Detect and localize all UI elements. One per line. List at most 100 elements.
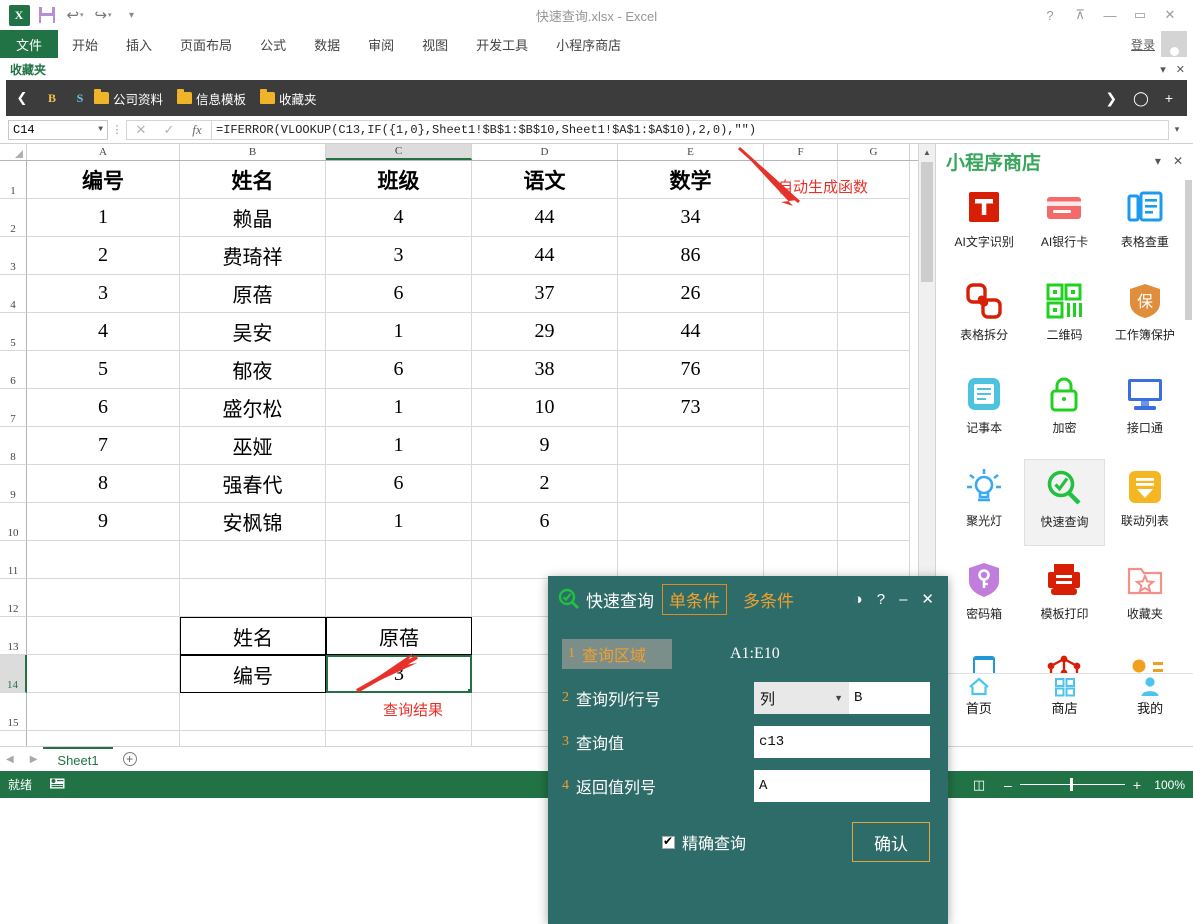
cell-E8[interactable] xyxy=(618,427,764,465)
cell-G9[interactable] xyxy=(838,465,910,503)
cell-D6[interactable]: 38 xyxy=(472,351,618,389)
select-all-corner[interactable] xyxy=(0,144,27,160)
favorites-folder-company[interactable]: 公司资料 xyxy=(94,89,163,108)
tab-file[interactable]: 文件 xyxy=(0,30,59,58)
cell-G8[interactable] xyxy=(838,427,910,465)
app-tile-api-monitor[interactable]: 接口通 xyxy=(1105,366,1185,453)
tab-review[interactable]: 审阅 xyxy=(354,30,408,58)
cell-F4[interactable] xyxy=(764,275,838,313)
cell-C3[interactable]: 3 xyxy=(326,237,472,275)
minimize-button[interactable]: — xyxy=(1095,2,1125,28)
cell-E2[interactable]: 34 xyxy=(618,199,764,237)
help-button[interactable]: ? xyxy=(1035,2,1065,28)
record-macro-icon[interactable] xyxy=(50,776,65,793)
cell-F10[interactable] xyxy=(764,503,838,541)
page-break-view-button[interactable]: ◫ xyxy=(968,776,990,794)
add-sheet-button[interactable]: + xyxy=(113,747,147,771)
cell-C8[interactable]: 1 xyxy=(326,427,472,465)
cell-A6[interactable]: 5 xyxy=(27,351,180,389)
cell-F6[interactable] xyxy=(764,351,838,389)
cell-F11[interactable] xyxy=(764,541,838,579)
cell-C10[interactable]: 1 xyxy=(326,503,472,541)
cell-B16[interactable] xyxy=(180,731,326,746)
chevron-down-icon[interactable]: ▼ xyxy=(98,125,103,134)
dialog-tab-single[interactable]: 单条件 xyxy=(662,583,727,615)
column-row-select[interactable]: 列 ▼ xyxy=(754,682,849,714)
cell-C12[interactable] xyxy=(326,579,472,617)
exact-match-checkbox[interactable]: 精确查询 xyxy=(662,830,746,854)
sheet-next-icon[interactable]: ▶ xyxy=(30,754,38,765)
cell-D9[interactable]: 2 xyxy=(472,465,618,503)
row-header-8[interactable]: 8 xyxy=(0,427,27,465)
cell-F2[interactable] xyxy=(764,199,838,237)
cell-G3[interactable] xyxy=(838,237,910,275)
cell-D1[interactable]: 语文 xyxy=(472,161,618,199)
cell-G1[interactable] xyxy=(838,161,910,199)
formula-input[interactable]: =IFERROR(VLOOKUP(C13,IF({1,0},Sheet1!$B$… xyxy=(211,119,1169,140)
app-tile-template-print[interactable]: 模板打印 xyxy=(1024,552,1104,639)
cell-C5[interactable]: 1 xyxy=(326,313,472,351)
column-header-a[interactable]: A xyxy=(27,144,180,160)
cell-A14[interactable] xyxy=(27,655,180,693)
cell-G5[interactable] xyxy=(838,313,910,351)
tab-home[interactable]: 开始 xyxy=(58,30,112,58)
column-header-d[interactable]: D xyxy=(472,144,618,160)
insert-function-icon[interactable]: fx xyxy=(183,121,211,139)
app-tile-workbook-protect[interactable]: 保工作簿保护 xyxy=(1105,273,1185,360)
tab-view[interactable]: 视图 xyxy=(408,30,462,58)
cell-B5[interactable]: 吴安 xyxy=(180,313,326,351)
cell-C7[interactable]: 1 xyxy=(326,389,472,427)
cell-C16[interactable] xyxy=(326,731,472,746)
cell-A3[interactable]: 2 xyxy=(27,237,180,275)
tab-formulas[interactable]: 公式 xyxy=(246,30,300,58)
scroll-up-icon[interactable]: ▲ xyxy=(919,144,935,161)
favorites-collapse-icon[interactable]: ▾ xyxy=(1160,63,1166,76)
cell-F5[interactable] xyxy=(764,313,838,351)
cell-B2[interactable]: 赖晶 xyxy=(180,199,326,237)
redo-icon[interactable]: ↪ ▾ xyxy=(90,3,116,27)
cell-F1[interactable] xyxy=(764,161,838,199)
app-tile-qrcode[interactable]: 二维码 xyxy=(1024,273,1104,360)
cell-E11[interactable] xyxy=(618,541,764,579)
name-box[interactable]: C14 ▼ xyxy=(8,119,108,140)
cell-D3[interactable]: 44 xyxy=(472,237,618,275)
close-button[interactable]: ✕ xyxy=(1155,2,1185,28)
cell-B14[interactable]: 编号 xyxy=(180,655,326,693)
cell-C2[interactable]: 4 xyxy=(326,199,472,237)
cell-B1[interactable]: 姓名 xyxy=(180,161,326,199)
row-header-9[interactable]: 9 xyxy=(0,465,27,503)
cell-E7[interactable]: 73 xyxy=(618,389,764,427)
undo-icon[interactable]: ↩ ▾ xyxy=(62,3,88,27)
app-tile-table-dedupe[interactable]: 表格查重 xyxy=(1105,180,1185,267)
cell-B12[interactable] xyxy=(180,579,326,617)
cell-G2[interactable] xyxy=(838,199,910,237)
save-icon[interactable] xyxy=(34,3,60,27)
cell-A7[interactable]: 6 xyxy=(27,389,180,427)
app-tile-password-box[interactable]: 密码箱 xyxy=(944,552,1024,639)
quick-query-dialog[interactable]: 快速查询 单条件 多条件 ◑ ? – ✕ 1 查询区域 A1:E10 2 查询列… xyxy=(548,576,948,924)
row-header-10[interactable]: 10 xyxy=(0,503,27,541)
favorites-s-button[interactable]: S xyxy=(66,91,94,106)
expand-formula-bar-icon[interactable]: ▾ xyxy=(1169,124,1185,135)
row-header-11[interactable]: 11 xyxy=(0,541,27,579)
favorites-close-icon[interactable]: ✕ xyxy=(1176,63,1185,76)
minimize-icon[interactable]: – xyxy=(899,591,907,608)
cell-A16[interactable] xyxy=(27,731,180,746)
row-header-3[interactable]: 3 xyxy=(0,237,27,275)
confirm-button[interactable]: 确认 xyxy=(852,822,930,862)
cell-A5[interactable]: 4 xyxy=(27,313,180,351)
app-tile-spotlight[interactable]: 聚光灯 xyxy=(944,459,1024,546)
cell-A2[interactable]: 1 xyxy=(27,199,180,237)
cell-B11[interactable] xyxy=(180,541,326,579)
sheet-prev-icon[interactable]: ◀ xyxy=(6,754,14,765)
cell-C4[interactable]: 6 xyxy=(326,275,472,313)
cell-B3[interactable]: 费琦祥 xyxy=(180,237,326,275)
nav-profile[interactable]: 我的 xyxy=(1107,674,1193,719)
help-icon[interactable]: ? xyxy=(877,591,885,608)
close-icon[interactable]: ✕ xyxy=(921,590,934,608)
cell-G6[interactable] xyxy=(838,351,910,389)
column-header-c[interactable]: C xyxy=(326,144,472,160)
favorites-folder-templates[interactable]: 信息模板 xyxy=(177,89,246,108)
app-tile-favorites-folder[interactable]: 收藏夹 xyxy=(1105,552,1185,639)
tab-data[interactable]: 数据 xyxy=(300,30,354,58)
